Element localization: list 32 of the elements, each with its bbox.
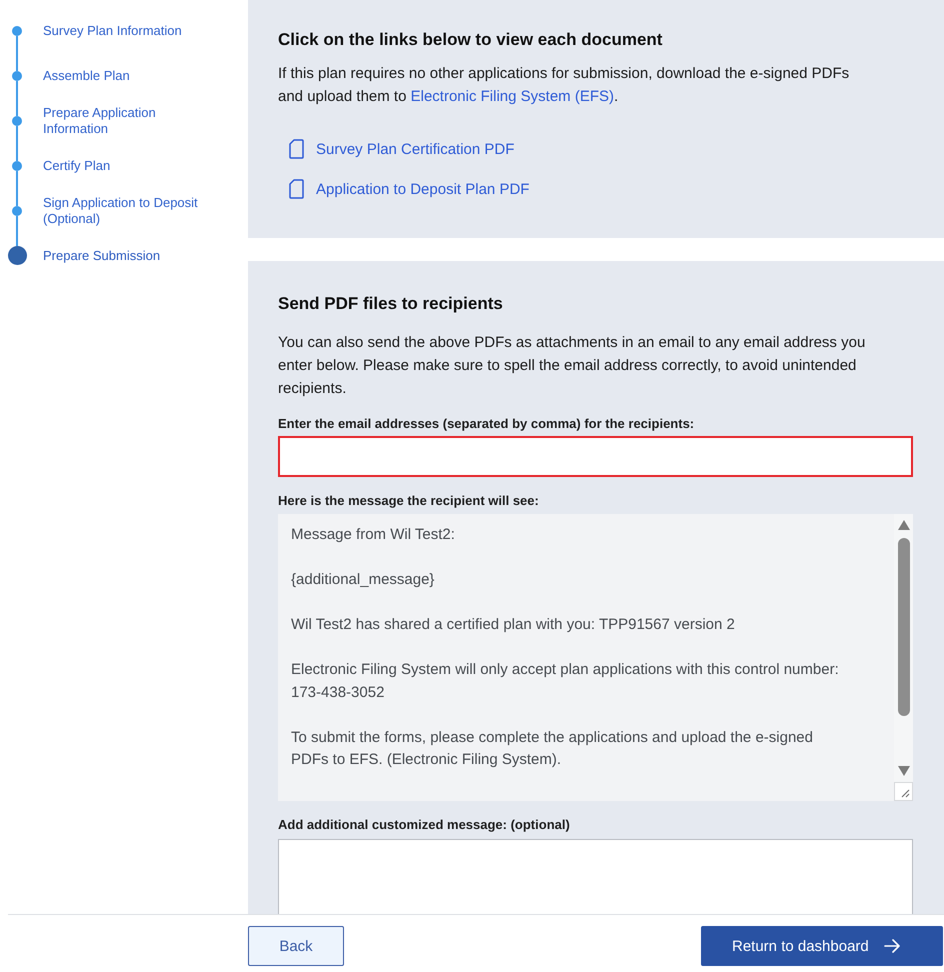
document-link[interactable]: Application to Deposit Plan PDF [289, 175, 530, 203]
document-icon [289, 179, 304, 199]
step-link[interactable]: Sign Application to Deposit (Optional) [43, 194, 213, 226]
message-text: Message from Wil Test2: [291, 525, 456, 545]
scrollbar-thumb[interactable] [898, 538, 910, 716]
resize-grip-icon[interactable] [894, 782, 913, 801]
step-link[interactable]: Prepare Application Information [43, 104, 213, 136]
message-text: Electronic Filing System will only accept plan applications with this control number: 173-438-3052 [291, 660, 840, 702]
message-text: Wil Test2 has shared a certified plan with you: TPP91567 version 2 [291, 615, 736, 635]
step-link[interactable]: Certify Plan [43, 158, 110, 174]
field-label: Enter the email addresses (separated by comma) for the recipients: [278, 415, 696, 433]
arrow-right-icon [884, 939, 900, 953]
instructions-text: You can also send the above PDFs as attachments in an email to any email address you enter below. Please make sure to spell the email address correctly, to avoid unintended recipients. [278, 333, 866, 399]
section-heading: Send PDF files to recipients [278, 293, 504, 315]
recipients-input-field[interactable] [278, 436, 913, 477]
section-heading: Click on the links below to view each document [278, 29, 664, 51]
scroll-down-arrow-icon[interactable] [898, 766, 910, 776]
step-link[interactable]: Prepare Submission [43, 248, 160, 264]
return-to-dashboard-button[interactable]: Return to dashboard [701, 926, 943, 966]
instructions-text: If this plan requires no other applications for submission, download the e-signed PDFs and upload them to Electronic Filing System (EFS). [278, 64, 850, 107]
document-link[interactable]: Survey Plan Certification PDF [289, 135, 514, 163]
document-icon [289, 139, 304, 159]
field-label: Here is the message the recipient will see: [278, 492, 540, 510]
message-text: {additional_message} [291, 570, 436, 590]
efs-link[interactable]: Electronic Filing System (EFS) [410, 88, 614, 105]
back-button[interactable]: Back [248, 926, 344, 966]
field-label: Add additional customized message: (optional) [278, 816, 571, 834]
additional-message-field[interactable] [278, 839, 913, 914]
scroll-up-arrow-icon[interactable] [898, 520, 910, 530]
message-text: To submit the forms, please complete the applications and upload the e-signed PDFs to EFS. (Electronic Filing System). [291, 728, 814, 770]
step-link[interactable]: Survey Plan Information [43, 22, 182, 38]
step-link[interactable]: Assemble Plan [43, 68, 130, 84]
